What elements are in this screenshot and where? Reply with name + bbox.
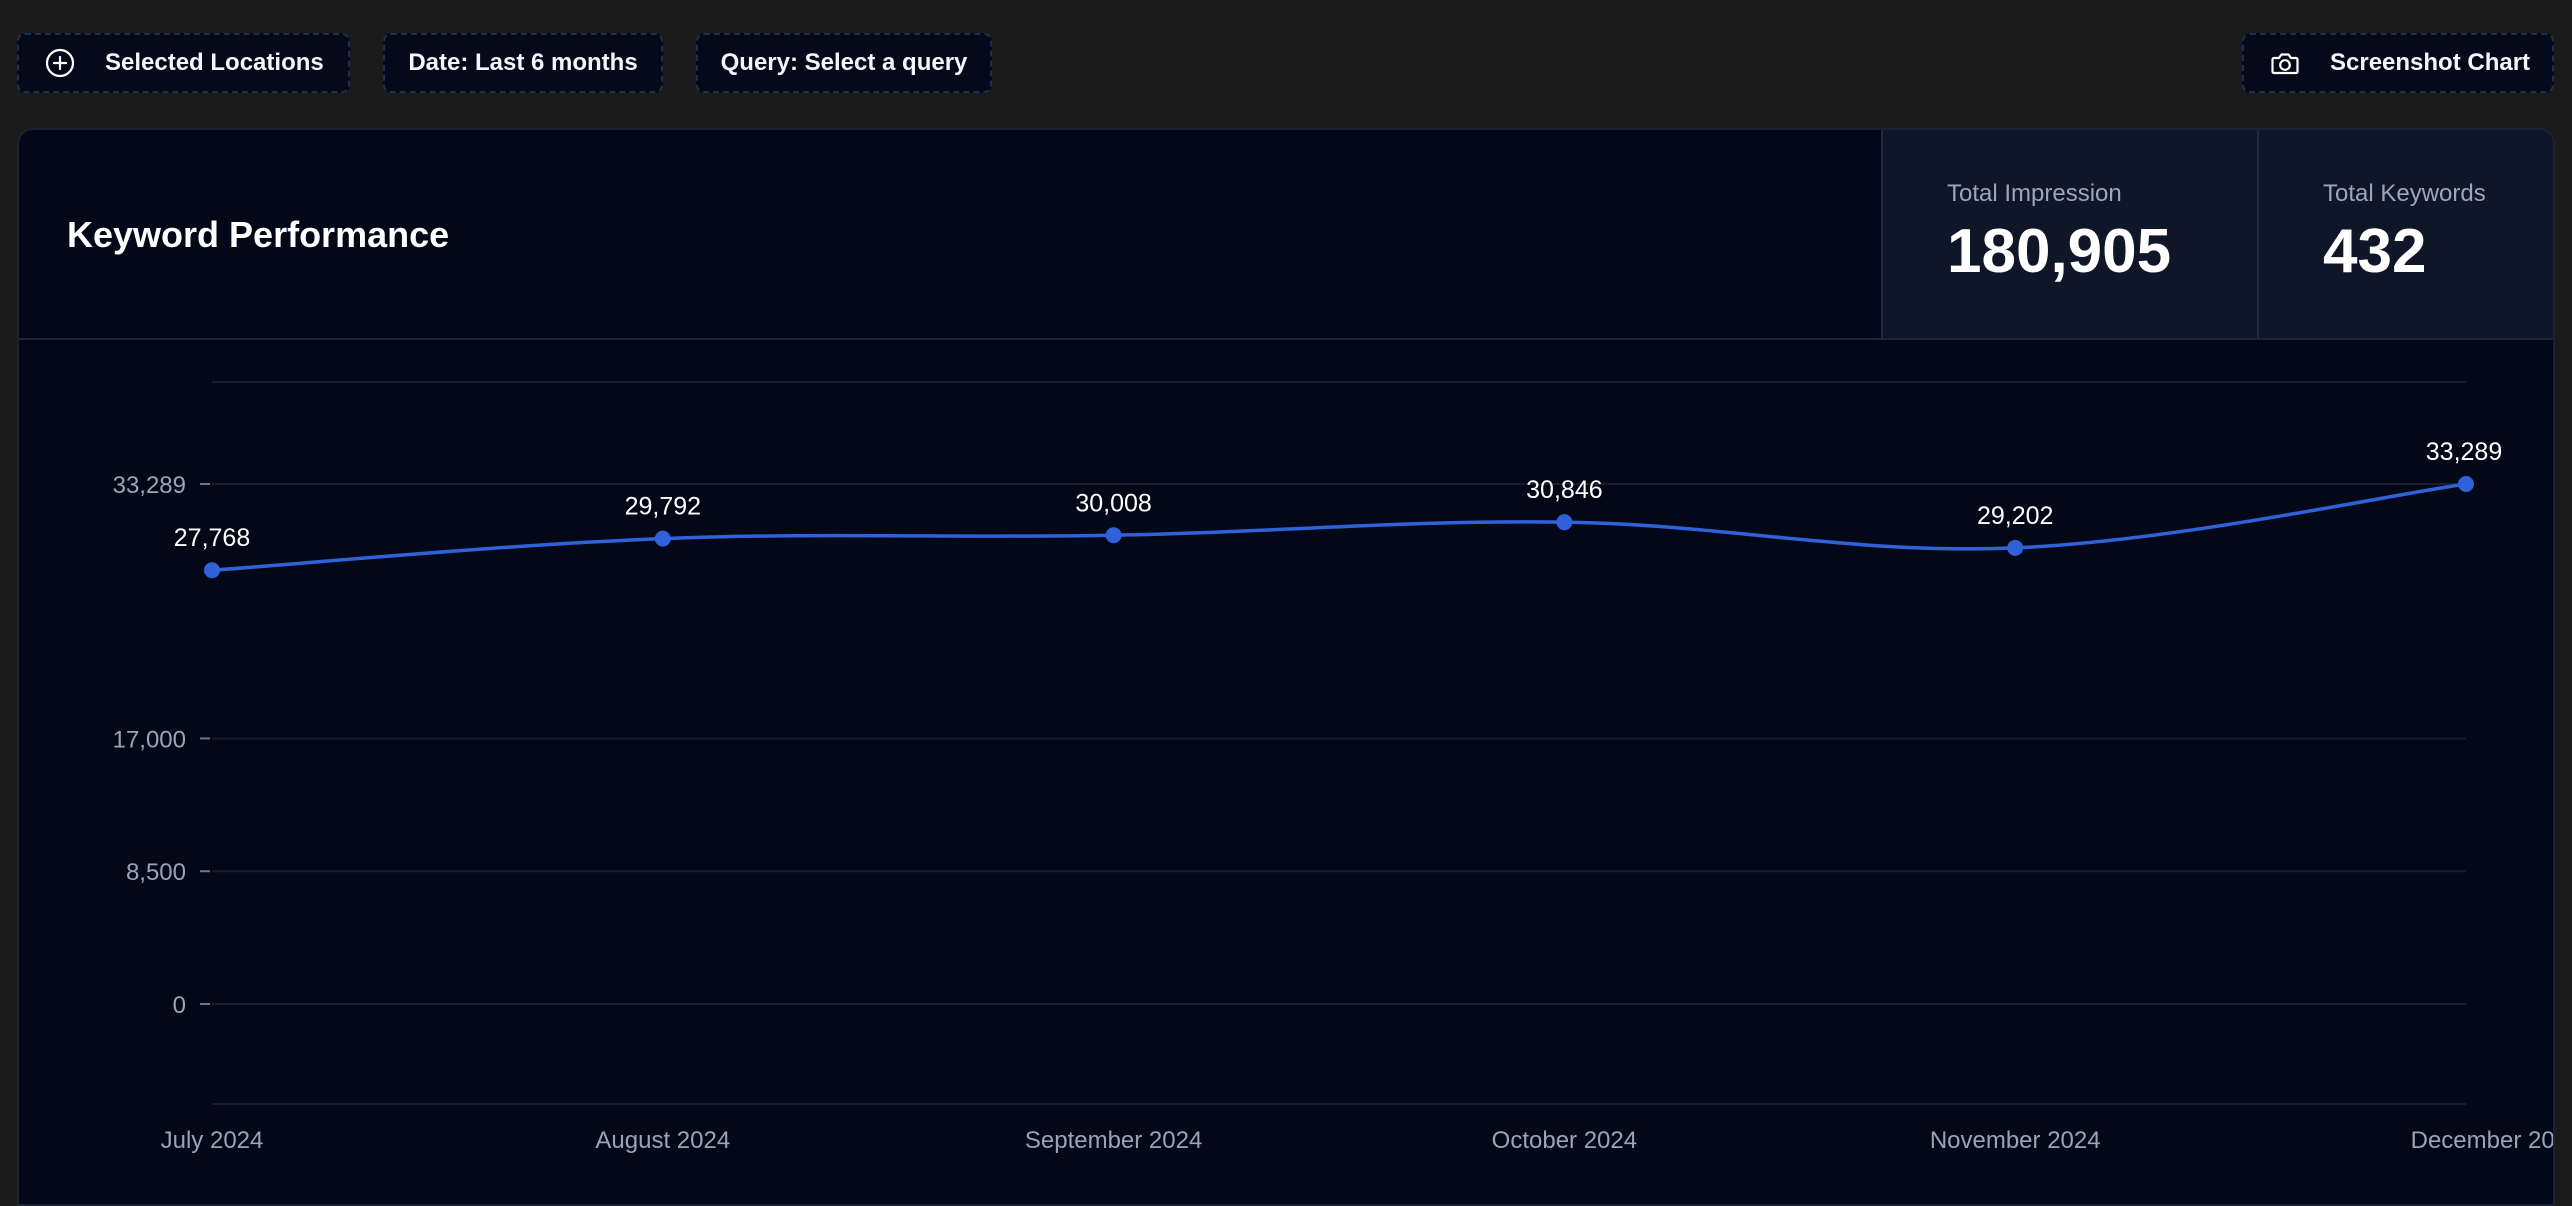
keyword-performance-line-chart: 0 8,500 17,000 33,289 July 2024 August 2024 Se… bbox=[113, 381, 2555, 1154]
data-point bbox=[1105, 527, 1122, 544]
x-axis-label: December 2024 bbox=[2411, 1127, 2555, 1154]
query-select-label: Query: Select a query bbox=[720, 49, 968, 76]
data-point-label: 29,792 bbox=[625, 493, 701, 521]
x-axis-label: October 2024 bbox=[1492, 1127, 1637, 1154]
camera-icon bbox=[2268, 46, 2302, 80]
toolbar: Selected Locations Date: Last 6 months Q… bbox=[0, 0, 2572, 128]
data-point bbox=[2458, 476, 2474, 492]
query-select-button[interactable]: Query: Select a query bbox=[696, 33, 992, 93]
data-point-label: 27,768 bbox=[174, 524, 250, 552]
data-point bbox=[1556, 514, 1573, 531]
data-point-label: 29,202 bbox=[1977, 502, 2053, 530]
x-axis-label: August 2024 bbox=[595, 1127, 730, 1154]
y-tick-label: 33,289 bbox=[113, 472, 186, 499]
data-point-label: 30,846 bbox=[1526, 476, 1602, 504]
x-axis-label: September 2024 bbox=[1025, 1127, 1202, 1154]
y-tick-label: 0 bbox=[173, 992, 186, 1019]
data-point bbox=[654, 530, 671, 547]
screenshot-chart-label: Screenshot Chart bbox=[2330, 49, 2531, 76]
screenshot-chart-button[interactable]: Screenshot Chart bbox=[2242, 33, 2554, 93]
x-axis-label: July 2024 bbox=[161, 1127, 264, 1154]
selected-locations-label: Selected Locations bbox=[105, 49, 324, 76]
data-point bbox=[204, 562, 220, 579]
series-line bbox=[211, 482, 2467, 572]
data-point-label: 33,289 bbox=[2426, 438, 2502, 466]
date-range-label: Date: Last 6 months bbox=[408, 49, 638, 76]
date-range-button[interactable]: Date: Last 6 months bbox=[383, 33, 663, 93]
keyword-performance-card: Keyword Performance Total Impression 180… bbox=[17, 128, 2555, 1206]
plus-circle-icon bbox=[43, 46, 77, 80]
y-tick-label: 17,000 bbox=[113, 726, 186, 753]
selected-locations-button[interactable]: Selected Locations bbox=[17, 33, 350, 93]
data-point-label: 30,008 bbox=[1075, 489, 1151, 517]
y-tick-label: 8,500 bbox=[126, 859, 186, 886]
data-point bbox=[2007, 539, 2024, 556]
x-axis-label: November 2024 bbox=[1930, 1127, 2101, 1154]
